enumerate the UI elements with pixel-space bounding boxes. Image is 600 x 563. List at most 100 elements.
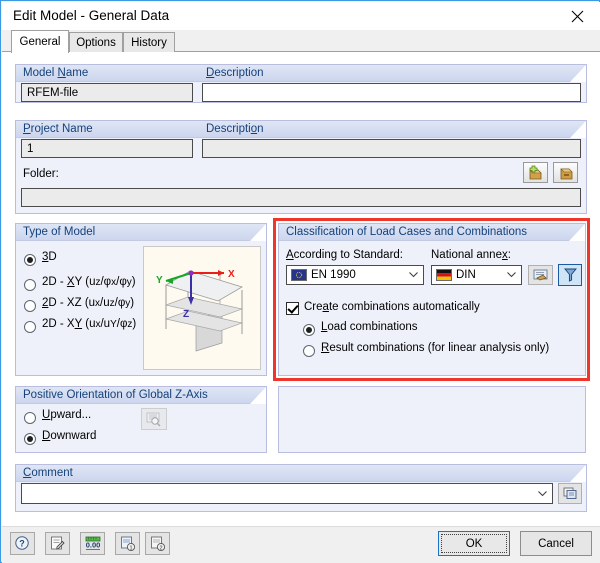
- annex-combo[interactable]: DIN: [431, 265, 522, 285]
- group-corner-clip: [570, 121, 586, 138]
- units-icon[interactable]: 0.00: [80, 532, 105, 555]
- help-icon[interactable]: ?: [10, 532, 35, 555]
- chevron-down-icon: [409, 272, 418, 278]
- eu-flag-glyph: [292, 270, 306, 280]
- import-glyph: 1: [121, 536, 136, 551]
- new-folder-icon[interactable]: [523, 162, 548, 183]
- model-name-value: RFEM-file: [27, 86, 79, 99]
- chevron-down-icon: [507, 272, 516, 278]
- tab-strip: General Options History: [2, 30, 600, 53]
- group-corner-clip: [570, 465, 586, 482]
- radio-upward-label: Upward...: [42, 409, 92, 421]
- units-glyph: 0.00: [85, 536, 100, 550]
- group-corner-clip: [250, 224, 266, 241]
- dialog-content: Model Name Description RFEM-file Project…: [2, 52, 600, 526]
- close-glyph: [571, 10, 583, 22]
- model-preview-graphic: X Y Z: [156, 269, 244, 352]
- tab-general[interactable]: General: [11, 30, 69, 53]
- radio-2d-xy-uz-label: 2D - XY (uz/φx/φy): [42, 276, 136, 288]
- germany-flag-icon: [436, 269, 452, 281]
- model-name-label: Model Name: [23, 67, 89, 79]
- radio-downward[interactable]: [24, 433, 36, 445]
- annex-value: DIN: [456, 269, 476, 281]
- project-name-value: 1: [27, 142, 34, 155]
- germany-flag-glyph: [437, 270, 451, 280]
- tab-options[interactable]: Options: [69, 32, 123, 52]
- radio-2d-xz-label: 2D - XZ (ux/uz/φy): [42, 297, 135, 309]
- ok-button[interactable]: OK: [438, 531, 510, 556]
- preview-magnifier-glyph: [146, 412, 161, 427]
- svg-text:Z: Z: [183, 309, 189, 320]
- radio-2d-xy-ux[interactable]: [24, 321, 36, 333]
- radio-upward[interactable]: [24, 412, 36, 424]
- window-title: Edit Model - General Data: [13, 8, 170, 23]
- radio-load-combinations-label: Load combinations: [321, 321, 418, 333]
- edit-annex-icon[interactable]: [528, 265, 553, 285]
- model-name-input[interactable]: RFEM-file: [21, 83, 193, 102]
- z-axis-group: Positive Orientation of Global Z-Axis Up…: [15, 386, 267, 453]
- tab-general-label: General: [19, 36, 61, 48]
- new-folder-glyph: [528, 165, 542, 179]
- project-description-value: [203, 140, 580, 157]
- z-axis-title: Positive Orientation of Global Z-Axis: [23, 389, 208, 401]
- tab-options-label: Options: [76, 36, 116, 49]
- group-corner-clip: [569, 224, 585, 241]
- folder-box-icon[interactable]: [553, 162, 578, 183]
- standard-label: According to Standard:: [286, 249, 403, 261]
- model-name-group-header: [16, 65, 586, 82]
- project-name-input[interactable]: 1: [21, 139, 193, 158]
- auto-combinations-checkbox[interactable]: [286, 302, 299, 315]
- svg-text:Y: Y: [156, 275, 163, 286]
- model-preview: X Y Z: [143, 246, 261, 370]
- cancel-button-label: Cancel: [538, 537, 574, 550]
- filter-glyph: [563, 268, 577, 282]
- folder-value: [22, 189, 580, 206]
- preview-magnifier-icon[interactable]: [141, 408, 167, 430]
- comment-input[interactable]: [21, 483, 553, 504]
- eu-flag-icon: [291, 269, 307, 281]
- radio-2d-xy-uz[interactable]: [24, 279, 36, 291]
- close-icon[interactable]: [554, 2, 600, 30]
- cancel-button[interactable]: Cancel: [520, 531, 592, 556]
- project-group-header: [16, 121, 586, 138]
- radio-load-combinations[interactable]: [303, 324, 315, 336]
- comment-label: Comment: [23, 467, 73, 479]
- model-description-input[interactable]: [202, 83, 581, 102]
- radio-result-combinations-label: Result combinations (for linear analysis…: [321, 342, 550, 354]
- title-bar: Edit Model - General Data: [2, 2, 600, 30]
- radio-3d[interactable]: [24, 254, 36, 266]
- edit-note-icon[interactable]: [45, 532, 70, 555]
- type-of-model-title: Type of Model: [23, 226, 96, 238]
- radio-downward-label: Downward: [42, 430, 97, 442]
- tab-history[interactable]: History: [123, 32, 175, 52]
- empty-right-group: [278, 386, 586, 453]
- project-description-input[interactable]: [202, 139, 581, 158]
- export-icon[interactable]: 2: [145, 532, 170, 555]
- classification-group: Classification of Load Cases and Combina…: [278, 223, 586, 376]
- comment-header: [16, 465, 586, 482]
- classification-title: Classification of Load Cases and Combina…: [286, 226, 527, 238]
- ok-focus-ring: [441, 534, 507, 553]
- radio-result-combinations[interactable]: [303, 345, 315, 357]
- svg-text:0.00: 0.00: [85, 541, 100, 550]
- filter-icon[interactable]: [558, 264, 582, 286]
- edit-annex-glyph: [533, 269, 547, 281]
- import-icon[interactable]: 1: [115, 532, 140, 555]
- folder-box-glyph: [559, 168, 573, 179]
- edit-model-dialog: Edit Model - General Data General Option…: [0, 0, 600, 563]
- project-description-label: Description: [206, 123, 264, 135]
- export-glyph: 2: [151, 536, 166, 551]
- dialog-button-bar: ? 0.00 1 2 OK Cancel: [2, 526, 600, 563]
- folder-label: Folder:: [23, 168, 59, 180]
- help-glyph: ?: [15, 536, 29, 550]
- model-description-value: [203, 84, 580, 101]
- edit-note-glyph: [51, 536, 65, 550]
- standard-combo[interactable]: EN 1990: [286, 265, 424, 285]
- svg-text:X: X: [228, 269, 235, 280]
- type-of-model-group: Type of Model 3D 2D - XY (uz/φx/φy) 2D -…: [15, 223, 267, 376]
- folder-input[interactable]: [21, 188, 581, 207]
- tab-history-label: History: [131, 36, 167, 49]
- comment-library-icon[interactable]: [558, 483, 582, 504]
- group-corner-clip: [250, 387, 266, 404]
- radio-2d-xz[interactable]: [24, 300, 36, 312]
